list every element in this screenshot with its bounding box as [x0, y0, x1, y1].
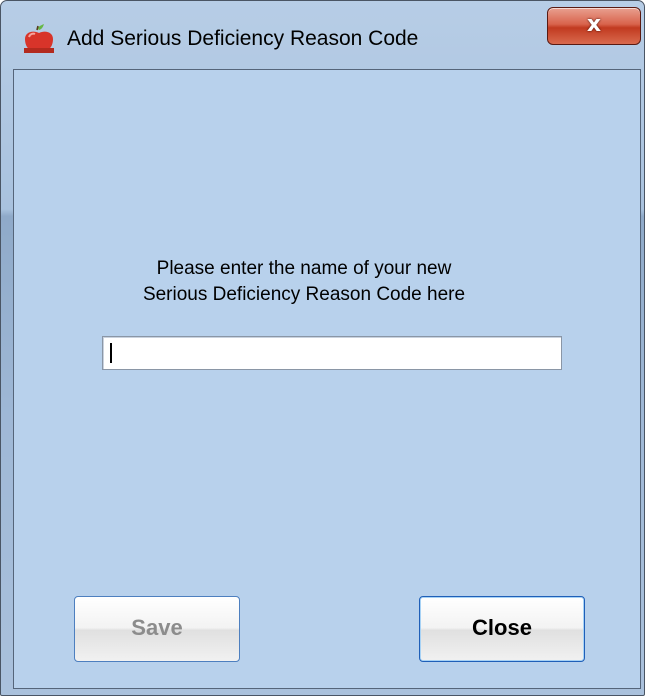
dialog-window: Add Serious Deficiency Reason Code x Ple… [0, 0, 645, 696]
dialog-client-area: Please enter the name of your new Seriou… [13, 69, 641, 689]
text-caret [110, 343, 112, 363]
window-close-button[interactable]: x [547, 7, 641, 45]
close-button[interactable]: Close [419, 596, 585, 662]
window-title: Add Serious Deficiency Reason Code [67, 27, 419, 50]
app-apple-icon [21, 23, 57, 55]
title-bar[interactable]: Add Serious Deficiency Reason Code x [1, 1, 644, 69]
reason-code-name-input[interactable] [102, 336, 562, 370]
instruction-text: Please enter the name of your new Seriou… [104, 256, 504, 308]
save-button[interactable]: Save [74, 596, 240, 662]
instruction-line-2: Serious Deficiency Reason Code here [142, 284, 466, 305]
instruction-line-1: Please enter the name of your new [156, 258, 452, 279]
